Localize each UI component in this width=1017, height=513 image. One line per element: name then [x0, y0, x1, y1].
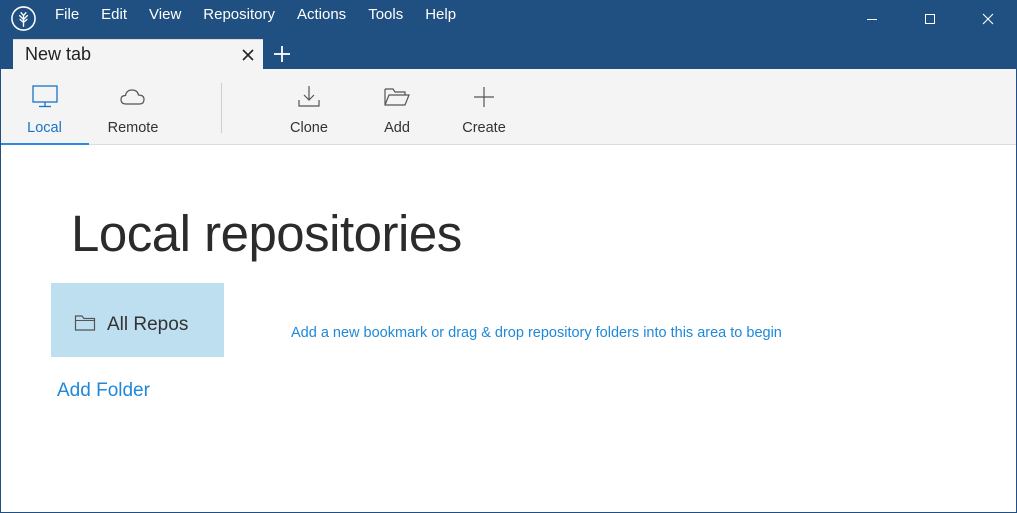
menu-repository[interactable]: Repository [192, 1, 286, 29]
minimize-icon [867, 19, 877, 20]
remote-label: Remote [107, 120, 159, 136]
all-repos-label: All Repos [107, 314, 189, 335]
download-icon [298, 86, 320, 107]
menu-file[interactable]: File [44, 1, 90, 29]
toolbar: Local Remote Clone Add Create [0, 69, 1017, 145]
empty-area-hint: Add a new bookmark or drag & drop reposi… [291, 325, 782, 341]
page-title: Local repositories [71, 205, 462, 262]
title-bar: File Edit View Repository Actions Tools … [0, 0, 1017, 38]
add-label: Add [384, 120, 410, 136]
window-controls [843, 0, 1017, 38]
tab-strip: New tab [0, 38, 1017, 70]
toolbar-separator [221, 83, 222, 133]
close-icon [982, 13, 994, 25]
menu-tools[interactable]: Tools [357, 1, 414, 29]
clone-button[interactable]: Clone [266, 69, 352, 144]
monitor-icon [31, 85, 58, 108]
menu-actions[interactable]: Actions [286, 1, 357, 29]
create-label: Create [462, 120, 506, 136]
close-tab-icon[interactable] [241, 48, 255, 62]
menu-help[interactable]: Help [414, 1, 467, 29]
all-repos-item[interactable]: All Repos [51, 283, 224, 357]
menu-edit[interactable]: Edit [90, 1, 138, 29]
app-logo-icon[interactable] [10, 5, 37, 32]
maximize-icon [925, 14, 935, 24]
create-button[interactable]: Create [441, 69, 527, 144]
folder-open-icon [384, 88, 410, 106]
maximize-button[interactable] [901, 0, 959, 38]
add-button[interactable]: Add [354, 69, 440, 144]
local-button[interactable]: Local [0, 69, 89, 145]
clone-label: Clone [290, 120, 328, 136]
new-tab-plus-icon[interactable] [272, 44, 292, 64]
menu-bar: File Edit View Repository Actions Tools … [44, 0, 467, 30]
cloud-icon [120, 89, 145, 105]
plus-icon [474, 87, 494, 107]
minimize-button[interactable] [843, 0, 901, 38]
close-window-button[interactable] [959, 0, 1017, 38]
add-folder-link[interactable]: Add Folder [57, 380, 150, 402]
active-tab-indicator [0, 143, 89, 145]
tab-new-tab[interactable]: New tab [13, 39, 263, 70]
local-label: Local [27, 120, 62, 136]
remote-button[interactable]: Remote [89, 69, 177, 144]
tab-label: New tab [25, 44, 92, 64]
folder-icon [74, 315, 96, 331]
menu-view[interactable]: View [138, 1, 192, 29]
